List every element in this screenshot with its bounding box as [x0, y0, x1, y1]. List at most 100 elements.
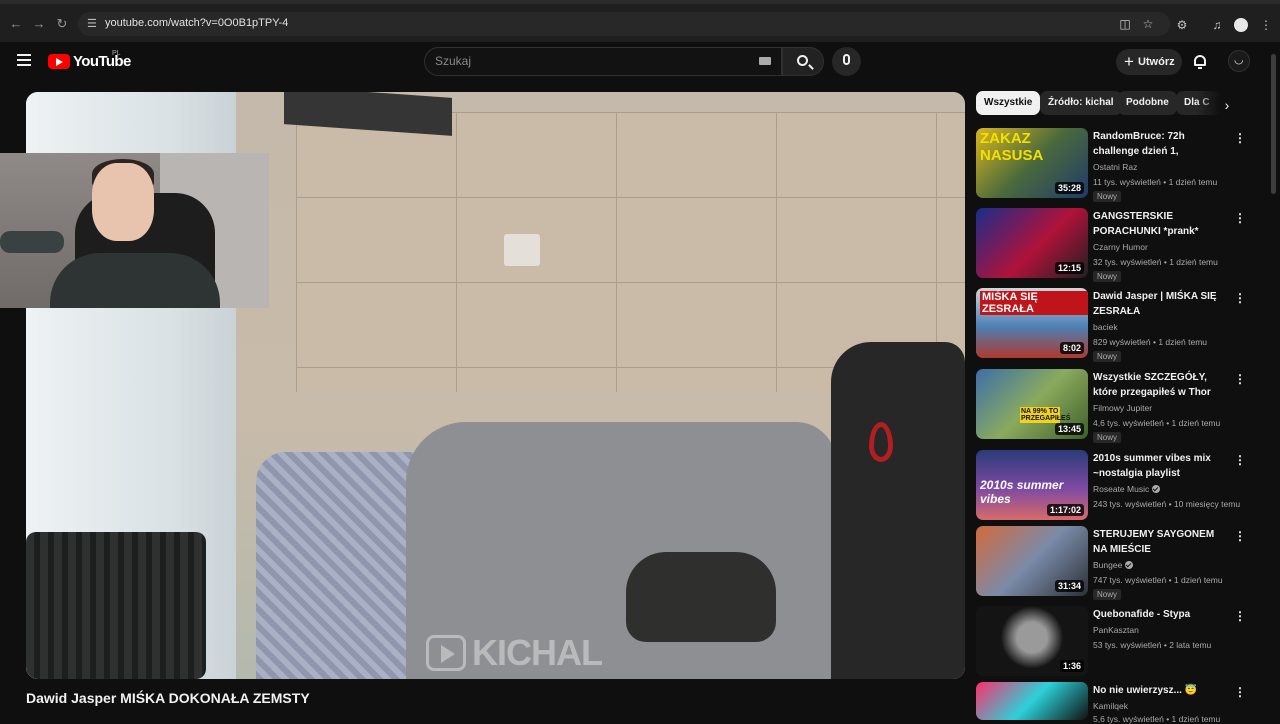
recommendation-item[interactable]: 1:36 Quebonafide - Stypa PanKasztan 53 t… — [976, 606, 1246, 678]
new-badge: Nowy — [1093, 432, 1122, 443]
recommendation-item[interactable]: 12:15 GANGSTERSKIE PORACHUNKI *prank* Cz… — [976, 208, 1246, 282]
forward-icon[interactable]: → — [31, 16, 47, 32]
recommendation-item[interactable]: 31:34 STERUJEMY SAYGONEM NA MIEŚCIE Bung… — [976, 526, 1246, 600]
duration-badge: 12:15 — [1054, 262, 1084, 274]
search-input[interactable] — [435, 54, 735, 68]
site-info-icon[interactable]: ☰ — [87, 17, 101, 31]
view-meta: 829 wyświetleń • 1 dzień temu — [1093, 337, 1208, 347]
more-options-icon[interactable]: ⋮ — [1234, 211, 1246, 225]
recommendation-item[interactable]: 2010s summer vibes 1:17:02 2010s summer … — [976, 450, 1246, 522]
video-frame-chair — [831, 342, 965, 679]
duration-badge: 13:45 — [1054, 423, 1084, 435]
address-bar[interactable]: ☰ youtube.com/watch?v=0O0B1pTPY-4 ◫ ☆ — [78, 12, 1170, 36]
chip-related[interactable]: Podobne — [1118, 91, 1177, 115]
chair-logo-icon — [869, 422, 893, 462]
voice-search-button[interactable] — [832, 47, 861, 76]
address-url[interactable]: youtube.com/watch?v=0O0B1pTPY-4 — [105, 17, 288, 29]
youtube-logo[interactable]: YouTube PL — [48, 50, 131, 70]
more-options-icon[interactable]: ⋮ — [1234, 291, 1246, 305]
thumbnail-text: ZAKAZ NASUSA — [980, 130, 1044, 164]
hamburger-menu-icon[interactable] — [17, 54, 31, 66]
recommendation-item[interactable]: ZAKAZ NASUSA 35:28 RandomBruce: 72h chal… — [976, 128, 1246, 202]
browser-menu-icon[interactable]: ⋮ — [1258, 17, 1274, 33]
new-badge: Nowy — [1093, 589, 1122, 600]
more-options-icon[interactable]: ⋮ — [1234, 685, 1246, 699]
recommendation-item[interactable]: MIŚKA SIĘ ZESRAŁA 8:02 Dawid Jasper | MI… — [976, 288, 1246, 362]
video-thumbnail[interactable] — [976, 682, 1088, 720]
bookmark-star-icon[interactable]: ☆ — [1141, 17, 1155, 31]
facecam-overlay — [0, 153, 269, 308]
channel-name[interactable]: Bungee — [1093, 560, 1134, 570]
recommendation-title[interactable]: No nie uwierzysz... 😇 — [1093, 683, 1225, 698]
create-label: Utwórz — [1137, 56, 1175, 68]
duration-badge: 8:02 — [1059, 342, 1084, 354]
channel-name[interactable]: Ostatni Raz — [1093, 162, 1137, 172]
duration-badge: 1:17:02 — [1046, 504, 1084, 516]
channel-name[interactable]: Czarny Humor — [1093, 242, 1148, 252]
channel-name[interactable]: PanKasztan — [1093, 625, 1139, 635]
channel-name[interactable]: Filmowy Jupiter — [1093, 403, 1152, 413]
browser-toolbar: ← → ↻ ☰ youtube.com/watch?v=0O0B1pTPY-4 … — [0, 0, 1280, 42]
account-avatar[interactable] — [1228, 50, 1250, 72]
verified-icon — [1125, 561, 1134, 569]
watermark-play-icon — [426, 635, 466, 671]
search-button[interactable] — [782, 47, 824, 76]
back-icon[interactable]: ← — [8, 16, 24, 32]
recommendation-title[interactable]: STERUJEMY SAYGONEM NA MIEŚCIE — [1093, 527, 1225, 557]
recommendation-title[interactable]: Wszystkie SZCZEGÓŁY, które przegapiłeś w… — [1093, 370, 1225, 400]
channel-name[interactable]: Roseate Music — [1093, 484, 1161, 494]
video-thumbnail[interactable]: ZAKAZ NASUSA 35:28 — [976, 128, 1088, 198]
microphone-icon — [843, 54, 850, 65]
video-thumbnail[interactable]: 2010s summer vibes 1:17:02 — [976, 450, 1088, 520]
reload-icon[interactable]: ↻ — [54, 16, 70, 32]
new-badge: Nowy — [1093, 271, 1122, 282]
view-meta: 4,6 tys. wyświetleń • 1 dzień temu — [1093, 418, 1221, 428]
thumbnail-text: 2010s summer vibes — [980, 478, 1064, 506]
notifications-bell-icon[interactable] — [1192, 53, 1208, 70]
video-thumbnail[interactable]: MIŚKA SIĘ ZESRAŁA 8:02 — [976, 288, 1088, 358]
video-frame-radiator — [26, 532, 206, 679]
more-options-icon[interactable]: ⋮ — [1234, 609, 1246, 623]
recommendation-title[interactable]: Dawid Jasper | MIŚKA SIĘ ZESRAŁA — [1093, 289, 1225, 319]
video-thumbnail[interactable]: 31:34 — [976, 526, 1088, 596]
chip-source[interactable]: Źródło: kichal — [1040, 91, 1122, 115]
create-button[interactable]: + Utwórz — [1116, 49, 1182, 75]
video-thumbnail[interactable]: 12:15 — [976, 208, 1088, 278]
channel-name[interactable]: baciek — [1093, 322, 1118, 332]
country-code: PL — [112, 50, 121, 57]
thumbnail-text: NA 99% TO PRZEGAPIŁEŚ — [1020, 407, 1071, 423]
browser-profile-icon[interactable] — [1234, 18, 1248, 32]
video-thumbnail[interactable]: 1:36 — [976, 606, 1088, 676]
recommendation-title[interactable]: 2010s summer vibes mix ~nostalgia playli… — [1093, 451, 1225, 481]
channel-name[interactable]: Kamilqek — [1093, 701, 1128, 711]
chip-all[interactable]: Wszystkie — [976, 91, 1041, 115]
video-title: Dawid Jasper MIŚKA DOKONAŁA ZEMSTY — [26, 690, 310, 706]
search-box[interactable] — [424, 47, 782, 76]
page-scrollbar[interactable] — [1270, 52, 1277, 720]
extensions-icon[interactable]: ⚙ — [1174, 17, 1190, 33]
youtube-header: YouTube PL + Utwórz — [0, 42, 1280, 84]
video-thumbnail[interactable]: NA 99% TO PRZEGAPIŁEŚ 13:45 — [976, 369, 1088, 439]
more-options-icon[interactable]: ⋮ — [1234, 372, 1246, 386]
plus-icon: + — [1124, 52, 1134, 71]
channel-watermark: KICHAL — [426, 632, 603, 674]
recommendation-item[interactable]: No nie uwierzysz... 😇 Kamilqek 5,6 tys. … — [976, 682, 1246, 724]
video-frame-bag — [626, 552, 776, 642]
view-meta: 5,6 tys. wyświetleń • 1 dzień temu — [1093, 714, 1221, 724]
chevron-right-icon[interactable]: › — [1220, 98, 1234, 112]
install-app-icon[interactable]: ◫ — [1118, 17, 1132, 31]
youtube-play-icon — [48, 53, 70, 69]
more-options-icon[interactable]: ⋮ — [1234, 131, 1246, 145]
keyboard-icon[interactable] — [759, 57, 771, 65]
media-controls-icon[interactable]: ♫ — [1209, 17, 1225, 33]
view-meta: 32 tys. wyświetleń • 1 dzień temu — [1093, 257, 1218, 267]
recommendation-title[interactable]: GANGSTERSKIE PORACHUNKI *prank* — [1093, 209, 1225, 239]
more-options-icon[interactable]: ⋮ — [1234, 453, 1246, 467]
new-badge: Nowy — [1093, 191, 1122, 202]
recommendation-title[interactable]: Quebonafide - Stypa — [1093, 607, 1225, 622]
recommendation-item[interactable]: NA 99% TO PRZEGAPIŁEŚ 13:45 Wszystkie SZ… — [976, 369, 1246, 443]
recommendation-title[interactable]: RandomBruce: 72h challenge dzień 1, Trol… — [1093, 129, 1225, 159]
duration-badge: 35:28 — [1054, 182, 1084, 194]
more-options-icon[interactable]: ⋮ — [1234, 529, 1246, 543]
search-icon — [797, 55, 808, 66]
